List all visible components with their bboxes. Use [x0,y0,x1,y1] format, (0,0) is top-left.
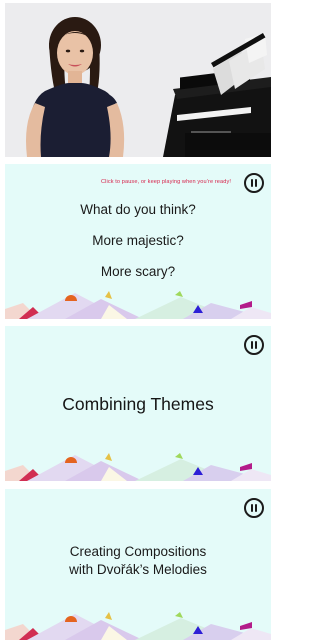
slide-combining-themes[interactable]: Combining Themes [5,326,271,481]
question-line-1: What do you think? [80,202,196,217]
pause-hint-text: Click to pause, or keep playing when you… [101,179,231,185]
mountains-decoration [5,291,271,319]
slide-title-line-2: with Dvořák’s Melodies [69,562,207,577]
presenter-video-still [5,3,271,157]
mountains-decoration [5,453,271,481]
slide-title: Combining Themes [62,394,214,414]
pause-icon[interactable] [244,498,264,518]
slide-questions[interactable]: Click to pause, or keep playing when you… [5,164,271,319]
question-line-2: More majestic? [92,233,184,248]
mountains-decoration [5,612,271,640]
question-line-3: More scary? [100,264,176,279]
slide-creating-compositions[interactable]: Creating Compositions with Dvořák’s Melo… [5,489,271,640]
pause-icon[interactable] [244,335,264,355]
slide-title-line-1: Creating Compositions [69,544,207,559]
video-player[interactable] [5,3,271,157]
pause-icon[interactable] [244,173,264,193]
